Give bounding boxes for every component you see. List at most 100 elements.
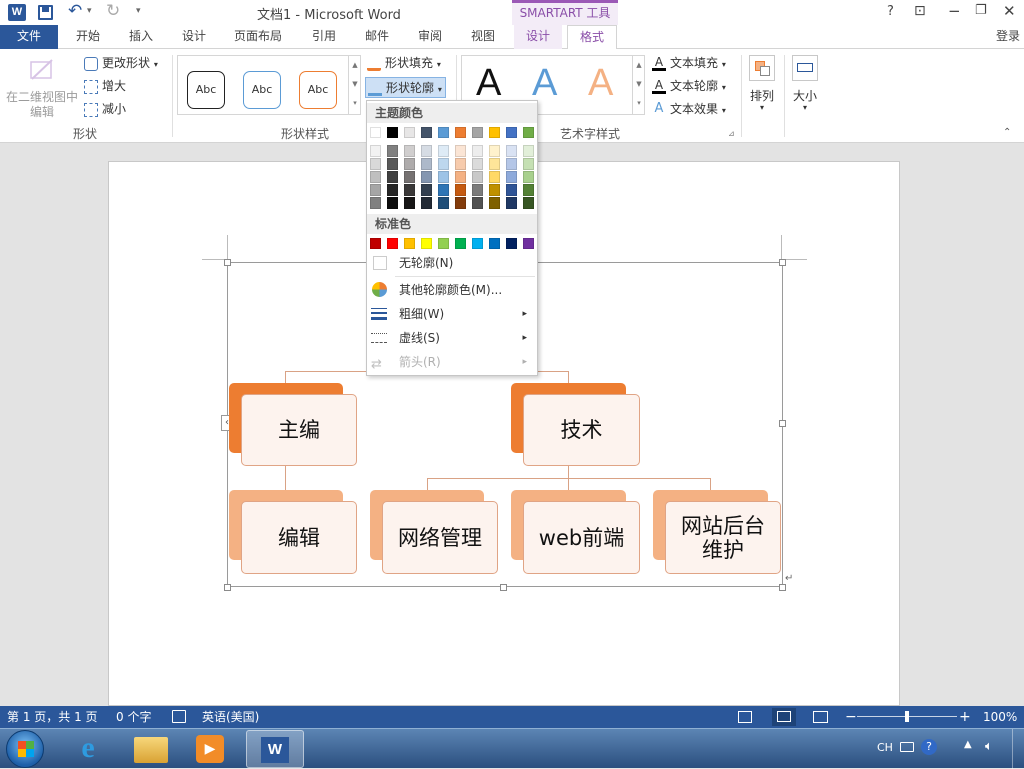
volume-icon[interactable]: 🔈︎ bbox=[985, 739, 993, 754]
theme-color-swatch[interactable] bbox=[438, 127, 449, 138]
theme-shade-swatch[interactable] bbox=[472, 145, 483, 157]
show-desktop-button[interactable] bbox=[1012, 729, 1024, 769]
wordart-dialog-launcher-icon[interactable]: ⊿ bbox=[728, 129, 735, 138]
theme-shade-swatch[interactable] bbox=[506, 171, 517, 183]
size-button[interactable]: 大小 ▾ bbox=[789, 53, 821, 117]
theme-shade-swatch[interactable] bbox=[387, 145, 398, 157]
theme-shade-swatch[interactable] bbox=[455, 184, 466, 196]
theme-shade-swatch[interactable] bbox=[489, 171, 500, 183]
shape-style-sample-3[interactable]: Abc bbox=[299, 71, 337, 109]
wordart-sample-orange[interactable]: A bbox=[588, 62, 613, 105]
sign-in-link[interactable]: 登录 bbox=[992, 25, 1024, 49]
tab-page-layout[interactable]: 页面布局 bbox=[227, 25, 289, 49]
tab-view[interactable]: 视图 bbox=[459, 25, 507, 49]
standard-color-swatch[interactable] bbox=[506, 238, 517, 249]
weight-item[interactable]: 粗细(W) ▸ bbox=[367, 302, 537, 326]
help-tray-icon[interactable]: ? bbox=[921, 739, 937, 755]
maximize-button[interactable]: ❐ bbox=[975, 3, 987, 18]
collapse-ribbon-icon[interactable]: ⌃ bbox=[1003, 127, 1011, 138]
web-layout-icon[interactable] bbox=[813, 711, 828, 723]
theme-color-swatch[interactable] bbox=[489, 127, 500, 138]
gallery-scroll[interactable]: ▲ ▼ ▾ bbox=[348, 56, 361, 114]
zoom-out-button[interactable]: − bbox=[845, 706, 857, 728]
standard-color-swatch[interactable] bbox=[489, 238, 500, 249]
theme-shade-swatch[interactable] bbox=[421, 171, 432, 183]
read-mode-icon[interactable] bbox=[738, 711, 752, 723]
theme-shade-swatch[interactable] bbox=[404, 145, 415, 157]
node-technology[interactable]: 技术 bbox=[523, 394, 640, 466]
theme-shade-swatch[interactable] bbox=[472, 171, 483, 183]
zoom-slider[interactable] bbox=[857, 711, 957, 722]
help-button[interactable]: ? bbox=[887, 4, 894, 19]
more-outline-colors-item[interactable]: 其他轮廓颜色(M)... bbox=[367, 278, 537, 302]
tab-file[interactable]: 文件 bbox=[0, 25, 58, 49]
tab-home[interactable]: 开始 bbox=[64, 25, 112, 49]
word-count[interactable]: 0 个字 bbox=[116, 706, 151, 728]
close-button[interactable]: ✕ bbox=[1003, 2, 1016, 20]
change-shape-button[interactable]: 更改形状 ▾ bbox=[84, 53, 158, 73]
standard-color-swatch[interactable] bbox=[404, 238, 415, 249]
theme-shade-swatch[interactable] bbox=[523, 171, 534, 183]
resize-handle[interactable] bbox=[779, 259, 786, 266]
theme-shade-swatch[interactable] bbox=[472, 158, 483, 170]
tab-mailings[interactable]: 邮件 bbox=[353, 25, 401, 49]
resize-handle[interactable] bbox=[779, 584, 786, 591]
theme-shade-swatch[interactable] bbox=[438, 158, 449, 170]
theme-shade-swatch[interactable] bbox=[438, 184, 449, 196]
tab-smartart-format[interactable]: 格式 bbox=[567, 25, 617, 50]
start-button[interactable] bbox=[6, 730, 44, 768]
theme-shade-swatch[interactable] bbox=[387, 171, 398, 183]
tab-design[interactable]: 设计 bbox=[170, 25, 218, 49]
theme-shade-swatch[interactable] bbox=[472, 197, 483, 209]
zoom-slider-thumb[interactable] bbox=[905, 711, 909, 722]
standard-color-swatch[interactable] bbox=[455, 238, 466, 249]
minimize-button[interactable]: − bbox=[948, 2, 961, 20]
theme-shade-swatch[interactable] bbox=[506, 145, 517, 157]
theme-color-swatch[interactable] bbox=[387, 127, 398, 138]
theme-shade-swatch[interactable] bbox=[387, 184, 398, 196]
theme-shade-swatch[interactable] bbox=[421, 158, 432, 170]
tab-smartart-design[interactable]: 设计 bbox=[514, 25, 562, 49]
resize-handle[interactable] bbox=[500, 584, 507, 591]
keyboard-icon[interactable] bbox=[900, 742, 914, 752]
theme-shade-swatch[interactable] bbox=[455, 197, 466, 209]
theme-shade-swatch[interactable] bbox=[489, 184, 500, 196]
theme-shade-swatch[interactable] bbox=[489, 158, 500, 170]
shape-style-sample-1[interactable]: Abc bbox=[187, 71, 225, 109]
theme-shade-swatch[interactable] bbox=[421, 184, 432, 196]
theme-color-swatch[interactable] bbox=[506, 127, 517, 138]
theme-shade-swatch[interactable] bbox=[421, 145, 432, 157]
zoom-in-button[interactable]: + bbox=[959, 706, 971, 728]
theme-shade-swatch[interactable] bbox=[523, 158, 534, 170]
shape-style-sample-2[interactable]: Abc bbox=[243, 71, 281, 109]
print-layout-icon[interactable] bbox=[772, 708, 796, 726]
resize-handle[interactable] bbox=[779, 420, 786, 427]
text-fill-button[interactable]: A 文本填充 ▾ bbox=[652, 53, 726, 73]
theme-color-swatch[interactable] bbox=[472, 127, 483, 138]
theme-shade-swatch[interactable] bbox=[455, 158, 466, 170]
node-backend-maintenance[interactable]: 网站后台 维护 bbox=[665, 501, 781, 574]
word-taskbar-button[interactable]: W bbox=[246, 730, 304, 768]
theme-shade-swatch[interactable] bbox=[370, 171, 381, 183]
media-player-icon[interactable]: ▶ bbox=[196, 735, 224, 763]
theme-shade-swatch[interactable] bbox=[370, 197, 381, 209]
text-effects-button[interactable]: A 文本效果 ▾ bbox=[652, 99, 726, 119]
file-explorer-icon[interactable] bbox=[134, 737, 168, 763]
redo-icon[interactable]: ↻ bbox=[106, 1, 120, 21]
theme-shade-swatch[interactable] bbox=[506, 158, 517, 170]
shape-fill-button[interactable]: 形状填充 ▾ bbox=[367, 53, 441, 73]
proofing-icon[interactable] bbox=[172, 710, 186, 723]
theme-shade-swatch[interactable] bbox=[404, 184, 415, 196]
node-network-management[interactable]: 网络管理 bbox=[382, 501, 498, 574]
theme-shade-swatch[interactable] bbox=[489, 197, 500, 209]
theme-shade-swatch[interactable] bbox=[370, 158, 381, 170]
theme-shade-swatch[interactable] bbox=[438, 197, 449, 209]
tab-insert[interactable]: 插入 bbox=[117, 25, 165, 49]
wordart-sample-blue[interactable]: A bbox=[532, 62, 557, 105]
tab-references[interactable]: 引用 bbox=[300, 25, 348, 49]
zoom-level[interactable]: 100% bbox=[983, 706, 1017, 728]
standard-color-swatch[interactable] bbox=[523, 238, 534, 249]
save-icon[interactable] bbox=[38, 5, 53, 20]
theme-shade-swatch[interactable] bbox=[523, 145, 534, 157]
theme-shade-swatch[interactable] bbox=[506, 197, 517, 209]
